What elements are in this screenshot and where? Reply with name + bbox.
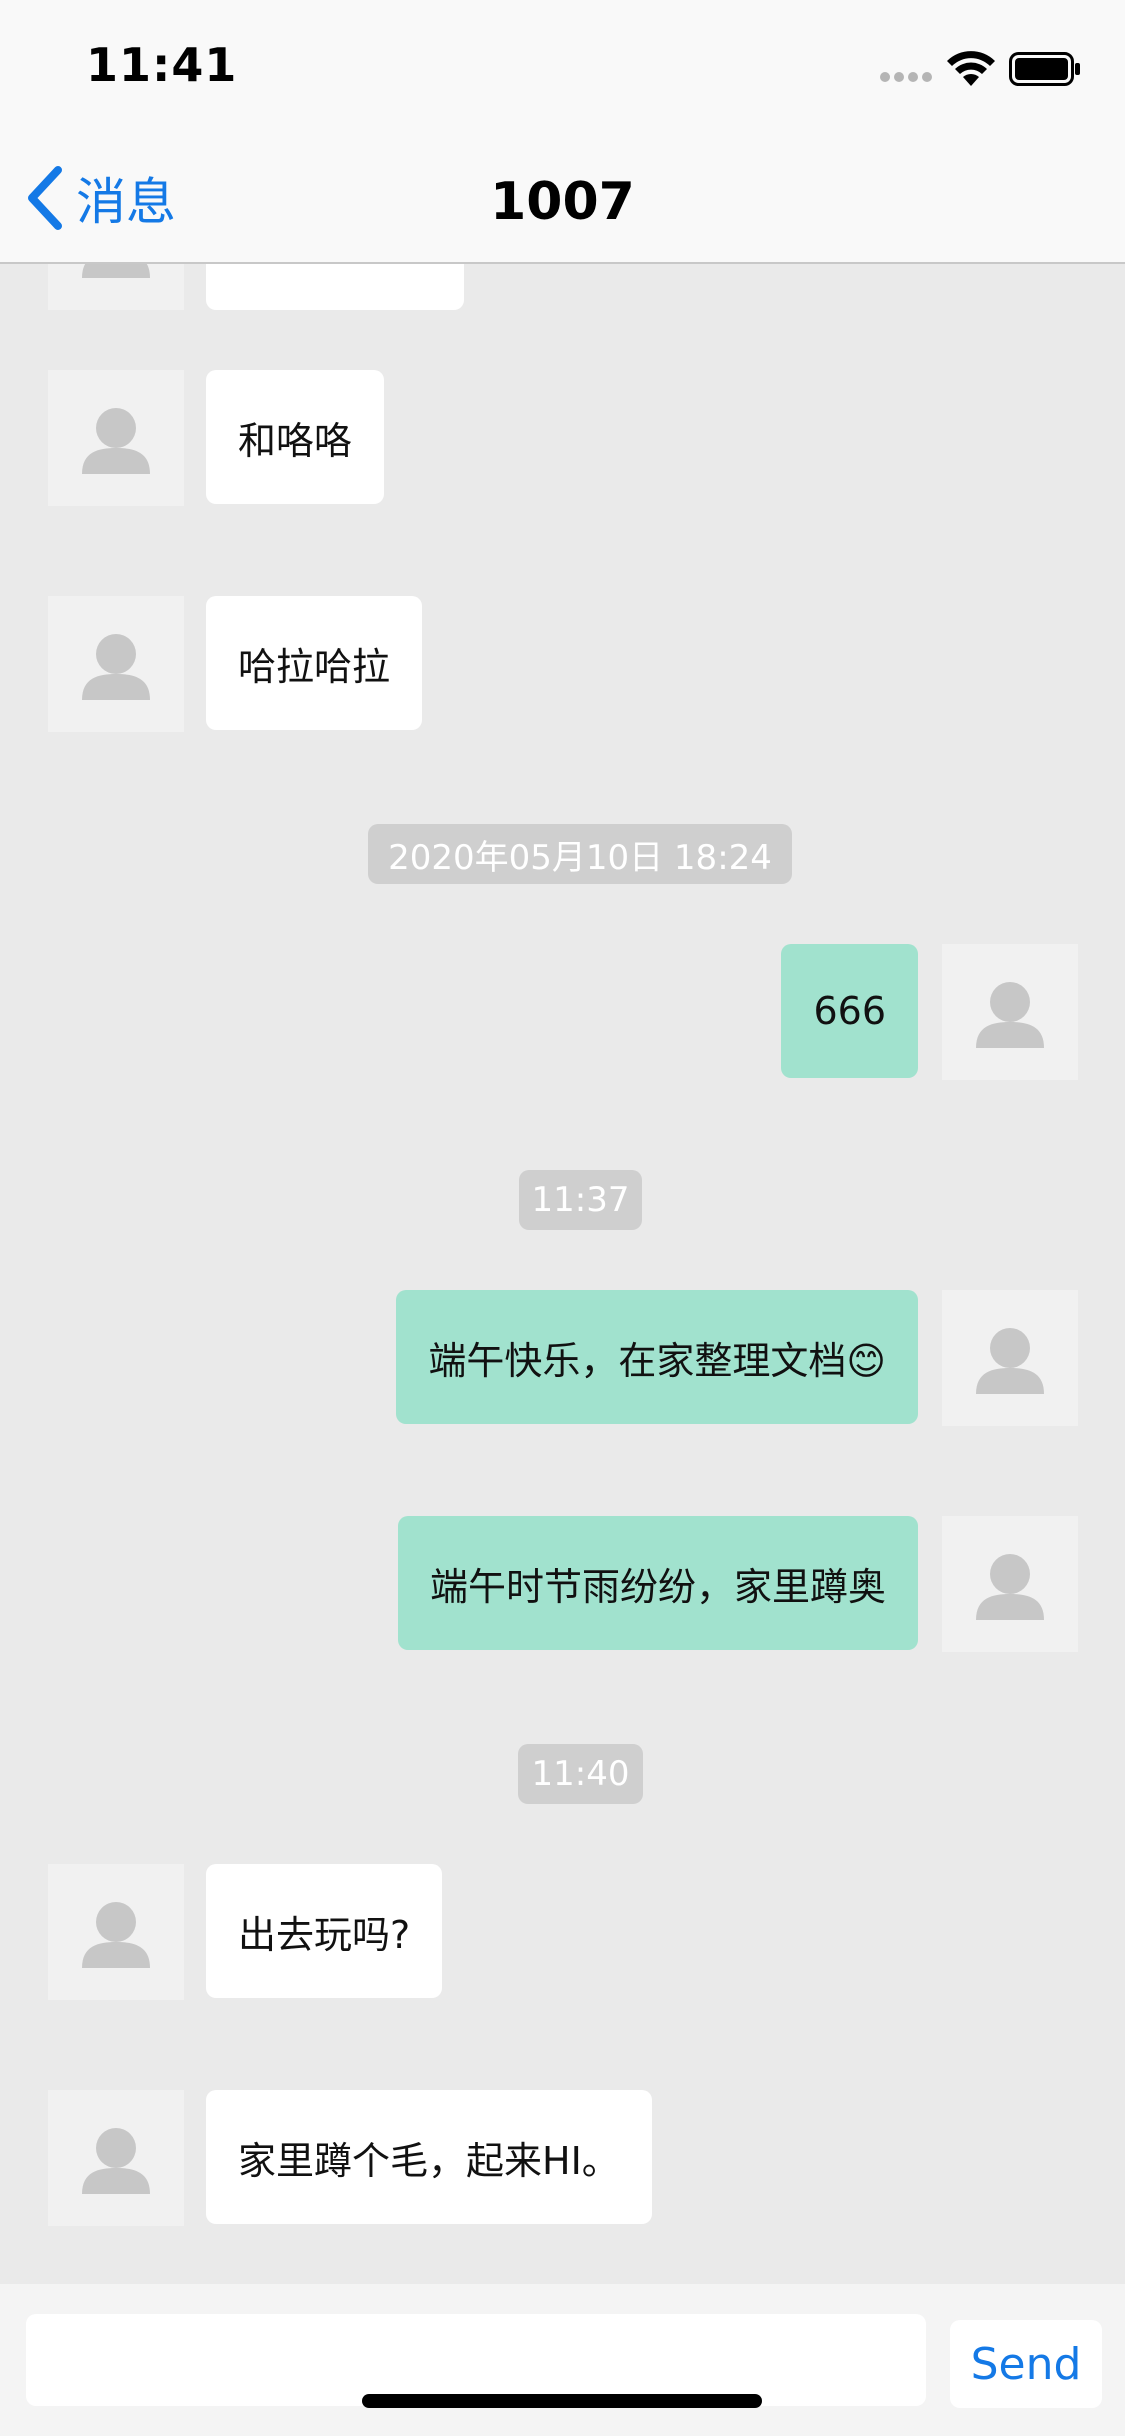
person-silhouette-icon <box>82 264 150 278</box>
cellular-signal-icon <box>880 72 932 84</box>
message-bubble[interactable]: 出去玩吗? <box>206 1864 443 1998</box>
message-bubble[interactable]: 666 <box>781 944 918 1078</box>
message-input[interactable] <box>26 2314 926 2406</box>
message-bubble[interactable]: 哈拉哈拉 <box>206 596 423 730</box>
home-indicator <box>362 2394 762 2408</box>
timestamp-label: 11:40 <box>518 1744 643 1804</box>
chevron-left-icon <box>28 166 62 230</box>
person-silhouette-icon <box>82 2128 150 2194</box>
wifi-icon <box>947 51 995 86</box>
person-silhouette-icon <box>976 1554 1044 1620</box>
person-silhouette-icon <box>82 1902 150 1968</box>
back-button[interactable]: 消息 <box>24 160 176 236</box>
back-label: 消息 <box>76 173 176 231</box>
avatar[interactable] <box>48 264 184 310</box>
avatar[interactable] <box>942 944 1078 1080</box>
avatar[interactable] <box>942 1290 1078 1426</box>
battery-icon <box>1009 52 1080 86</box>
avatar[interactable] <box>48 370 184 506</box>
person-silhouette-icon <box>82 408 150 474</box>
message-bubble[interactable]: 家里蹲个毛，起来HI。 <box>206 2090 652 2224</box>
person-silhouette-icon <box>82 634 150 700</box>
avatar[interactable] <box>48 2090 184 2226</box>
timestamp-label: 2020年05月10日 18:24 <box>368 824 792 884</box>
status-bar: 11:41 <box>0 0 1125 132</box>
avatar[interactable] <box>48 596 184 732</box>
message-bubble[interactable]: 端午快乐，在家整理文档😊 <box>396 1290 918 1424</box>
send-button[interactable]: Send <box>950 2320 1102 2408</box>
person-silhouette-icon <box>976 982 1044 1048</box>
message-bubble[interactable]: 和咯咯 <box>206 370 385 504</box>
status-time: 11:41 <box>86 38 238 92</box>
navigation-bar: 1007 消息 <box>0 132 1125 264</box>
avatar[interactable] <box>942 1516 1078 1652</box>
avatar[interactable] <box>48 1864 184 2000</box>
message-list[interactable]: 和咯咯 哈拉哈拉 2020年05月10日 18:24 666 11:37 端午快… <box>0 264 1125 2284</box>
input-bar: Send <box>0 2284 1125 2436</box>
message-bubble[interactable]: 端午时节雨纷纷，家里蹲奥 <box>397 1516 918 1650</box>
person-silhouette-icon <box>976 1328 1044 1394</box>
message-bubble[interactable] <box>206 264 464 310</box>
timestamp-label: 11:37 <box>519 1170 642 1230</box>
